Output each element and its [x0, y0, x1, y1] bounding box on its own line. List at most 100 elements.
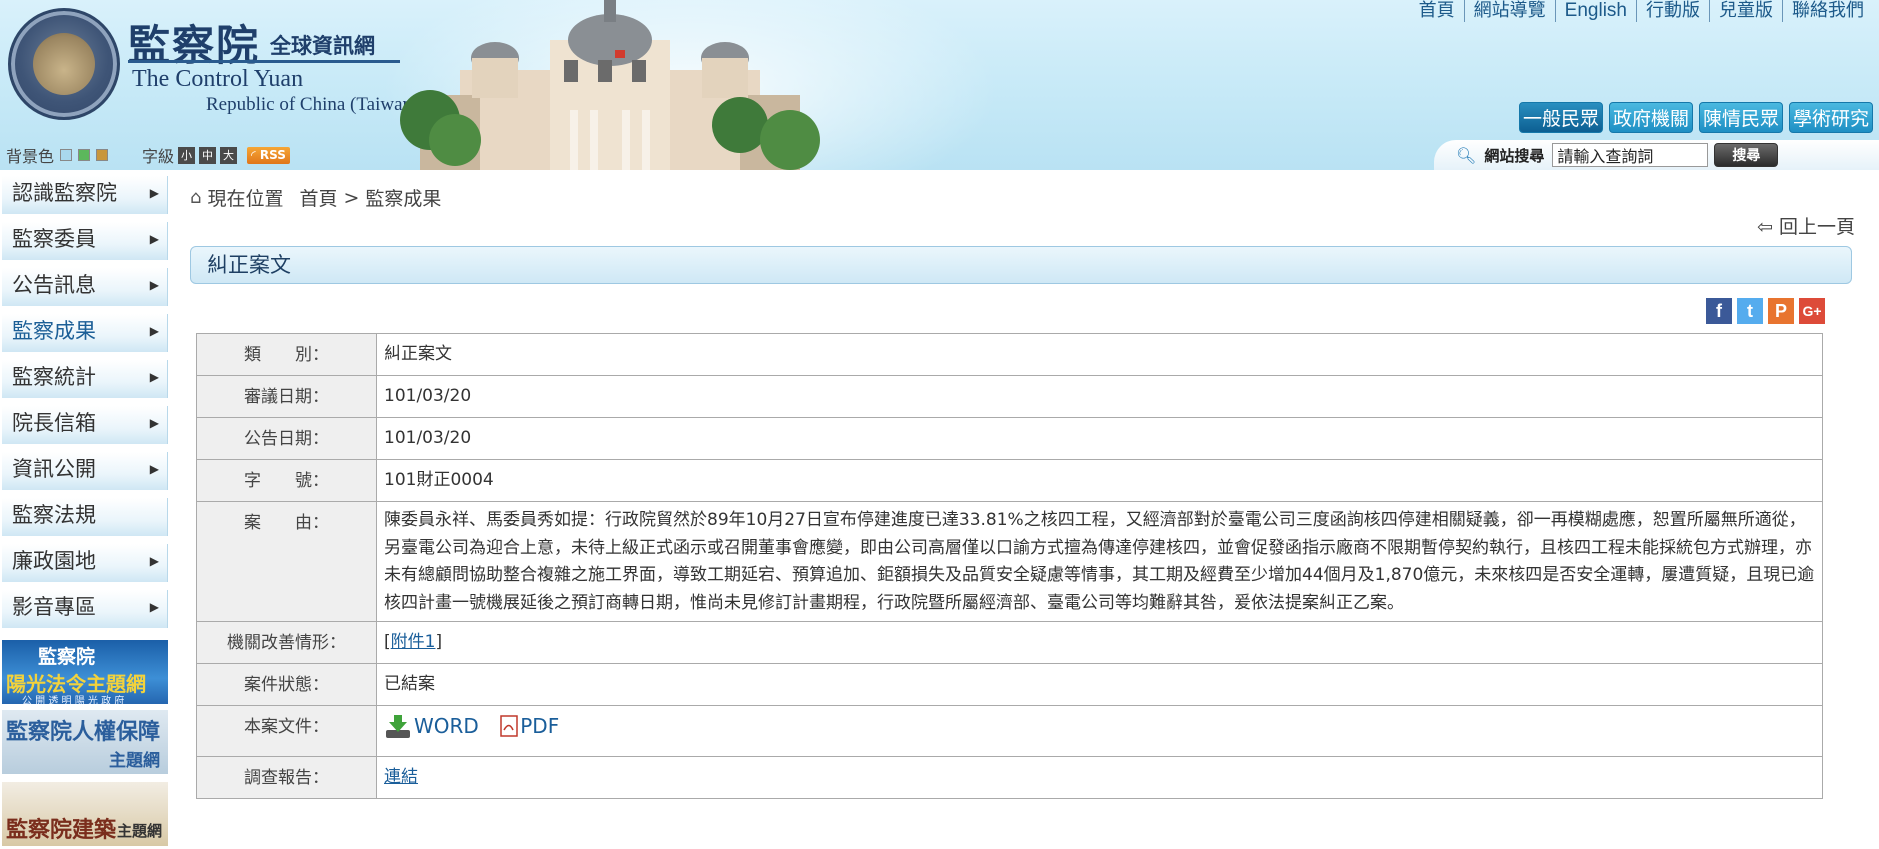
sidebar-item-multimedia[interactable]: 影音專區 ▶: [2, 590, 168, 628]
control-yuan-building-image: [400, 0, 820, 170]
tab-academic-research[interactable]: 學術研究: [1788, 102, 1873, 133]
bg-swatch-blue[interactable]: [60, 149, 73, 161]
table-row: 字 號： 101財正0004: [196, 459, 1823, 502]
rss-icon: ◜: [251, 147, 260, 162]
sidebar-item-president-mailbox[interactable]: 院長信箱 ▶: [2, 406, 168, 444]
sitemap-link[interactable]: 網站導覽: [1463, 0, 1555, 22]
search-input[interactable]: [1552, 143, 1709, 167]
caret-right-icon: ▶: [149, 462, 159, 476]
pdf-download-link[interactable]: PDF: [500, 713, 559, 740]
attachment-1-link[interactable]: 附件1: [391, 632, 436, 652]
table-row: 審議日期： 101/03/20: [196, 375, 1823, 418]
row-label-review-date: 審議日期：: [196, 375, 377, 418]
contact-us-link[interactable]: 聯絡我們: [1782, 0, 1873, 22]
sidebar-item-statistics[interactable]: 監察統計 ▶: [2, 360, 168, 398]
row-label-agency-improvement: 機關改善情形：: [196, 621, 377, 664]
row-label-case-reason: 案 由：: [196, 501, 377, 622]
row-value-review-date: 101/03/20: [376, 375, 1823, 418]
back-button[interactable]: ⇦ 回上一頁: [1757, 212, 1855, 239]
section-title: 糾正案文: [190, 246, 1852, 284]
bracket-close: ]: [435, 632, 443, 652]
caret-right-icon: ▶: [149, 370, 159, 384]
breadcrumb-home-link[interactable]: 首頁: [299, 184, 337, 211]
kids-version-link[interactable]: 兒童版: [1709, 0, 1782, 22]
row-label-case-status: 案件狀態：: [196, 663, 377, 706]
row-value-category: 糾正案文: [376, 333, 1823, 376]
font-size-medium-button[interactable]: 中: [199, 146, 217, 164]
investigation-report-link[interactable]: 連結: [384, 767, 418, 787]
sidebar-item-label: 廉政園地: [12, 549, 96, 573]
tab-petitioners[interactable]: 陳情民眾: [1698, 102, 1783, 133]
table-row: 案件狀態： 已結案: [196, 663, 1823, 706]
breadcrumb: ⌂ 現在位置 首頁 > 監察成果: [190, 184, 441, 211]
banner-title: 監察院人權保障: [6, 719, 161, 745]
architecture-banner[interactable]: 監察院建築 主題網: [2, 782, 168, 846]
row-value-investigation-report: 連結: [376, 755, 1823, 799]
row-value-publish-date: 101/03/20: [376, 417, 1823, 460]
human-rights-banner[interactable]: 監察院人權保障 主題網: [2, 710, 168, 774]
search-button[interactable]: 搜尋: [1714, 143, 1779, 167]
sidebar-item-label: 資訊公開: [12, 457, 96, 481]
row-label-case-number: 字 號：: [196, 459, 377, 502]
breadcrumb-results-link[interactable]: 監察成果: [365, 184, 441, 211]
logo-title-zh[interactable]: 監察院: [128, 12, 260, 73]
sidebar-item-about[interactable]: 認識監察院 ▶: [2, 176, 168, 214]
font-size-small-button[interactable]: 小: [178, 146, 196, 164]
pdf-label: PDF: [520, 714, 560, 738]
row-value-case-documents: WORD PDF: [376, 705, 1823, 757]
display-toolbar: 背景色 字級 小 中 大 ◜ RSS: [6, 143, 290, 167]
bg-swatch-green[interactable]: [78, 149, 91, 161]
caret-right-icon: ▶: [149, 324, 159, 338]
row-label-publish-date: 公告日期：: [196, 417, 377, 460]
sidebar-item-regulations[interactable]: 監察法規: [2, 498, 168, 536]
site-header: 監察院 全球資訊網 The Control Yuan Republic of C…: [0, 0, 1879, 170]
facebook-icon[interactable]: f: [1706, 298, 1732, 324]
banner-subtitle: 主題網: [109, 751, 160, 771]
site-search-bar: 🔍︎ 網站搜尋 搜尋: [1434, 140, 1879, 170]
table-row: 本案文件： WORD PDF: [196, 705, 1823, 757]
sidebar-item-label: 院長信箱: [12, 411, 96, 435]
sidebar-item-label: 監察統計: [12, 365, 96, 389]
banner-title: 監察院建築: [6, 817, 117, 843]
google-plus-icon[interactable]: G+: [1799, 298, 1825, 324]
top-utility-links: 首頁 網站導覽 English 行動版 兒童版 聯絡我們: [1410, 0, 1873, 22]
home-link[interactable]: 首頁: [1410, 0, 1464, 22]
row-value-case-reason: 陳委員永祥、馬委員秀如提：行政院貿然於89年10月27日宣布停建進度已達33.8…: [376, 501, 1823, 622]
row-value-agency-improvement: [附件1]: [376, 621, 1823, 664]
row-value-case-status: 已結案: [376, 663, 1823, 706]
sidebar-item-label: 公告訊息: [12, 273, 96, 297]
sidebar-item-label: 監察法規: [12, 503, 96, 527]
rss-button[interactable]: ◜ RSS: [247, 146, 290, 164]
tab-general-public[interactable]: 一般民眾: [1518, 102, 1603, 133]
sidebar-item-members[interactable]: 監察委員 ▶: [2, 222, 168, 260]
sidebar-item-information-disclosure[interactable]: 資訊公開 ▶: [2, 452, 168, 490]
sidebar-item-results[interactable]: 監察成果 ▶: [2, 314, 168, 352]
caret-right-icon: ▶: [149, 554, 159, 568]
audience-tabs: 一般民眾 政府機關 陳情民眾 學術研究: [1518, 102, 1873, 133]
rss-label: RSS: [259, 147, 286, 162]
case-detail-table: 類 別： 糾正案文 審議日期： 101/03/20 公告日期： 101/03/2…: [196, 333, 1823, 799]
breadcrumb-separator: >: [343, 186, 360, 209]
font-size-large-button[interactable]: 大: [220, 146, 238, 164]
magnifier-icon: 🔍︎: [1456, 145, 1477, 165]
mobile-version-link[interactable]: 行動版: [1636, 0, 1709, 22]
control-yuan-seal-logo[interactable]: [8, 8, 120, 120]
english-link[interactable]: English: [1554, 0, 1636, 22]
bg-swatch-brown[interactable]: [96, 149, 109, 161]
sidebar-item-label: 認識監察院: [12, 181, 117, 205]
background-color-label: 背景色: [6, 147, 55, 166]
back-label: 回上一頁: [1778, 216, 1855, 238]
home-icon: ⌂: [190, 187, 202, 208]
sidebar-item-integrity[interactable]: 廉政園地 ▶: [2, 544, 168, 582]
banner-subtitle: 主題網: [116, 822, 162, 840]
back-arrow-icon: ⇦: [1757, 216, 1773, 238]
sunshine-law-banner[interactable]: 監察院 陽光法令主題網 公 開 透 明 陽 光 政 府: [2, 640, 168, 704]
word-download-link[interactable]: WORD: [384, 713, 479, 740]
twitter-icon[interactable]: t: [1737, 298, 1763, 324]
sidebar-item-announcements[interactable]: 公告訊息 ▶: [2, 268, 168, 306]
caret-right-icon: ▶: [149, 278, 159, 292]
plurk-icon[interactable]: P: [1768, 298, 1794, 324]
tab-government-agencies[interactable]: 政府機關: [1608, 102, 1693, 133]
row-value-case-number: 101財正0004: [376, 459, 1823, 502]
row-label-investigation-report: 調查報告：: [196, 755, 377, 799]
